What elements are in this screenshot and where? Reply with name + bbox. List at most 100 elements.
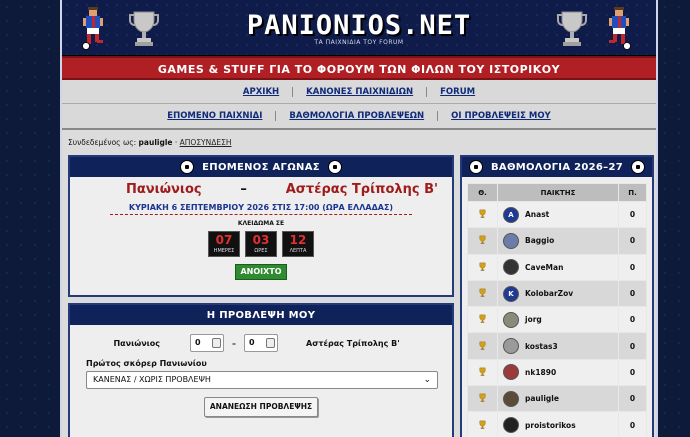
match-teams: Πανιώνιος – Αστέρας Τρίπολης Β': [70, 177, 452, 197]
home-score-input[interactable]: 0: [190, 334, 224, 352]
table-row[interactable]: Baggio 0: [467, 227, 647, 255]
trophy-icon: [479, 367, 486, 376]
points-cell: 0: [618, 411, 647, 437]
away-team: Αστέρας Τρίπολης Β': [285, 182, 438, 197]
avatar: A: [503, 206, 519, 223]
table-row[interactable]: kostas3 0: [467, 332, 647, 360]
prediction-header: Η ΠΡΟΒΛΕΨΗ ΜΟΥ: [70, 305, 452, 325]
update-prediction-button[interactable]: ΑΝΑΝΕΩΣΗ ΠΡΟΒΛΕΨΗΣ: [204, 397, 318, 417]
football-icon: [180, 160, 195, 174]
player-name[interactable]: proistorikos: [525, 421, 576, 430]
football-icon: [327, 160, 342, 174]
nav-home-link[interactable]: ΑΡΧΙΚΗ: [230, 87, 292, 97]
trophy-right-icon: [557, 11, 587, 46]
col-rank-header: Θ.: [467, 183, 498, 202]
nav-ranking-link[interactable]: ΒΑΘΜΟΛΟΓΙΑ ΠΡΟΒΛΕΨΕΩΝ: [275, 111, 437, 121]
player-name[interactable]: Anast: [525, 210, 549, 219]
player-cell: K KolobarZov: [497, 279, 619, 308]
points-cell: 0: [618, 200, 647, 229]
trophy-icon: [479, 420, 486, 429]
session-info: Συνδεδεμένος ως: pauligle · ΑΠΟΣΥΝΔΕΣΗ: [68, 138, 232, 147]
ranking-body: A Anast 0 Baggio 0 CaveMan 0 K KolobarZov 0 jorg 0 k…: [467, 200, 647, 437]
rank-cell: [467, 253, 498, 281]
ranking-title: ΒΑΘΜΟΛΟΓΙΑ 2026–27: [490, 161, 624, 173]
player-name[interactable]: Baggio: [525, 236, 554, 245]
countdown-minutes-unit: ΛΕΠΤΑ: [289, 248, 307, 254]
col-points-header: Π.: [618, 183, 647, 202]
player-name[interactable]: kostas3: [525, 342, 558, 351]
ranking-table: Θ. ΠΑΙΚΤΗΣ Π. A Anast 0 Baggio 0 CaveMan 0 K Kol…: [467, 183, 647, 437]
points-cell: 0: [618, 332, 647, 360]
trophy-icon: [479, 262, 486, 271]
table-row[interactable]: K KolobarZov 0: [467, 279, 647, 308]
nav-rules-link[interactable]: ΚΑΝΟΝΕΣ ΠΑΙΧΝΙΔΙΩΝ: [292, 86, 426, 97]
avatar: [503, 364, 519, 381]
table-row[interactable]: A Anast 0: [467, 200, 647, 229]
trophy-icon: [479, 315, 486, 324]
away-score-stepper[interactable]: [266, 338, 275, 348]
home-score-stepper[interactable]: [212, 338, 221, 348]
footballer-right-icon: [609, 7, 631, 50]
logout-link[interactable]: ΑΠΟΣΥΝΔΕΣΗ: [180, 138, 232, 147]
points-cell: 0: [618, 358, 647, 387]
rank-cell: [467, 227, 498, 255]
countdown-hours-value: 03: [252, 233, 270, 247]
countdown: 07 ΗΜΕΡΕΣ 03 ΩΡΕΣ 12 ΛΕΠΤΑ: [70, 231, 452, 257]
rank-cell: [467, 385, 498, 413]
rank-cell: [467, 200, 498, 229]
first-scorer-select[interactable]: ΚΑΝΕΝΑΣ / ΧΩΡΙΣ ΠΡΟΒΛΕΨΗ ⌄: [86, 371, 438, 389]
nav-next-game-link[interactable]: ΕΠΟΜΕΝΟ ΠΑΙΧΝΙΔΙ: [154, 111, 275, 121]
avatar: [503, 232, 519, 249]
player-cell: proistorikos: [497, 411, 619, 437]
player-cell: A Anast: [497, 200, 619, 229]
countdown-hours: 03 ΩΡΕΣ: [245, 231, 277, 257]
kickoff-time: ΚΥΡΙΑΚΗ 6 ΣΕΠΤΕΜΒΡΙΟΥ 2026 ΣΤΙΣ 17:00 (Ω…: [110, 203, 412, 215]
ranking-panel: ΒΑΘΜΟΛΟΓΙΑ 2026–27 Θ. ΠΑΙΚΤΗΣ Π. A Anast 0…: [460, 155, 654, 437]
avatar: [503, 417, 519, 434]
points-cell: 0: [618, 306, 647, 334]
site-banner: PANIONIOS.NET ΤΑ ΠΑΙΧΝΙΔΙΑ ΤΟΥ FORUM: [62, 0, 656, 56]
player-cell: jorg: [497, 306, 619, 334]
player-name[interactable]: nk1890: [525, 368, 556, 377]
player-cell: kostas3: [497, 332, 619, 360]
rank-cell: [467, 358, 498, 387]
away-score-input[interactable]: 0: [244, 334, 278, 352]
teams-separator: –: [240, 182, 247, 197]
tagline-bar: GAMES & STUFF ΓΙΑ ΤΟ ΦΟΡΟΥΜ ΤΩΝ ΦΙΛΩΝ ΤΟ…: [62, 56, 656, 80]
countdown-days-unit: ΗΜΕΡΕΣ: [213, 248, 235, 254]
player-cell: pauligle: [497, 385, 619, 413]
table-row[interactable]: nk1890 0: [467, 358, 647, 387]
player-cell: nk1890: [497, 358, 619, 387]
countdown-hours-unit: ΩΡΕΣ: [254, 248, 268, 254]
prediction-panel: Η ΠΡΟΒΛΕΨΗ ΜΟΥ Πανιώνιος 0 – 0 Αστέρας Τ…: [68, 303, 454, 437]
nav-my-predictions-link[interactable]: ΟΙ ΠΡΟΒΛΕΨΕΙΣ ΜΟΥ: [437, 111, 564, 121]
nav-forum-link[interactable]: FORUM: [426, 86, 488, 97]
countdown-days-value: 07: [215, 233, 233, 247]
player-name[interactable]: CaveMan: [525, 263, 563, 272]
prediction-home-team: Πανιώνιος: [113, 338, 160, 348]
primary-nav: ΑΡΧΙΚΗ ΚΑΝΟΝΕΣ ΠΑΙΧΝΙΔΙΩΝ FORUM: [62, 80, 656, 104]
table-row[interactable]: proistorikos 0: [467, 411, 647, 437]
first-scorer-value: ΚΑΝΕΝΑΣ / ΧΩΡΙΣ ΠΡΟΒΛΕΨΗ: [93, 375, 211, 384]
away-score-value: 0: [249, 338, 255, 347]
session-prefix: Συνδεδεμένος ως:: [68, 138, 137, 147]
ranking-header: ΒΑΘΜΟΛΟΓΙΑ 2026–27: [462, 157, 652, 177]
player-name[interactable]: KolobarZov: [525, 289, 573, 298]
status-badge: ΑΝΟΙΧΤΟ: [235, 264, 287, 280]
rank-cell: [467, 306, 498, 334]
points-cell: 0: [618, 227, 647, 255]
points-cell: 0: [618, 385, 647, 413]
prediction-away-team: Αστέρας Τρίπολης Β': [306, 338, 400, 348]
home-team: Πανιώνιος: [126, 182, 202, 197]
trophy-icon: [479, 209, 486, 218]
score-prediction-row: Πανιώνιος 0 – 0 Αστέρας Τρίπολης Β': [70, 334, 452, 352]
rank-cell: [467, 279, 498, 308]
table-row[interactable]: pauligle 0: [467, 385, 647, 413]
first-scorer-label: Πρώτος σκόρερ Πανιωνίου: [86, 359, 207, 368]
player-name[interactable]: jorg: [525, 315, 542, 324]
player-name[interactable]: pauligle: [525, 394, 559, 403]
table-row[interactable]: jorg 0: [467, 306, 647, 334]
session-username: pauligle: [138, 138, 173, 147]
trophy-icon: [479, 393, 486, 402]
table-row[interactable]: CaveMan 0: [467, 253, 647, 281]
